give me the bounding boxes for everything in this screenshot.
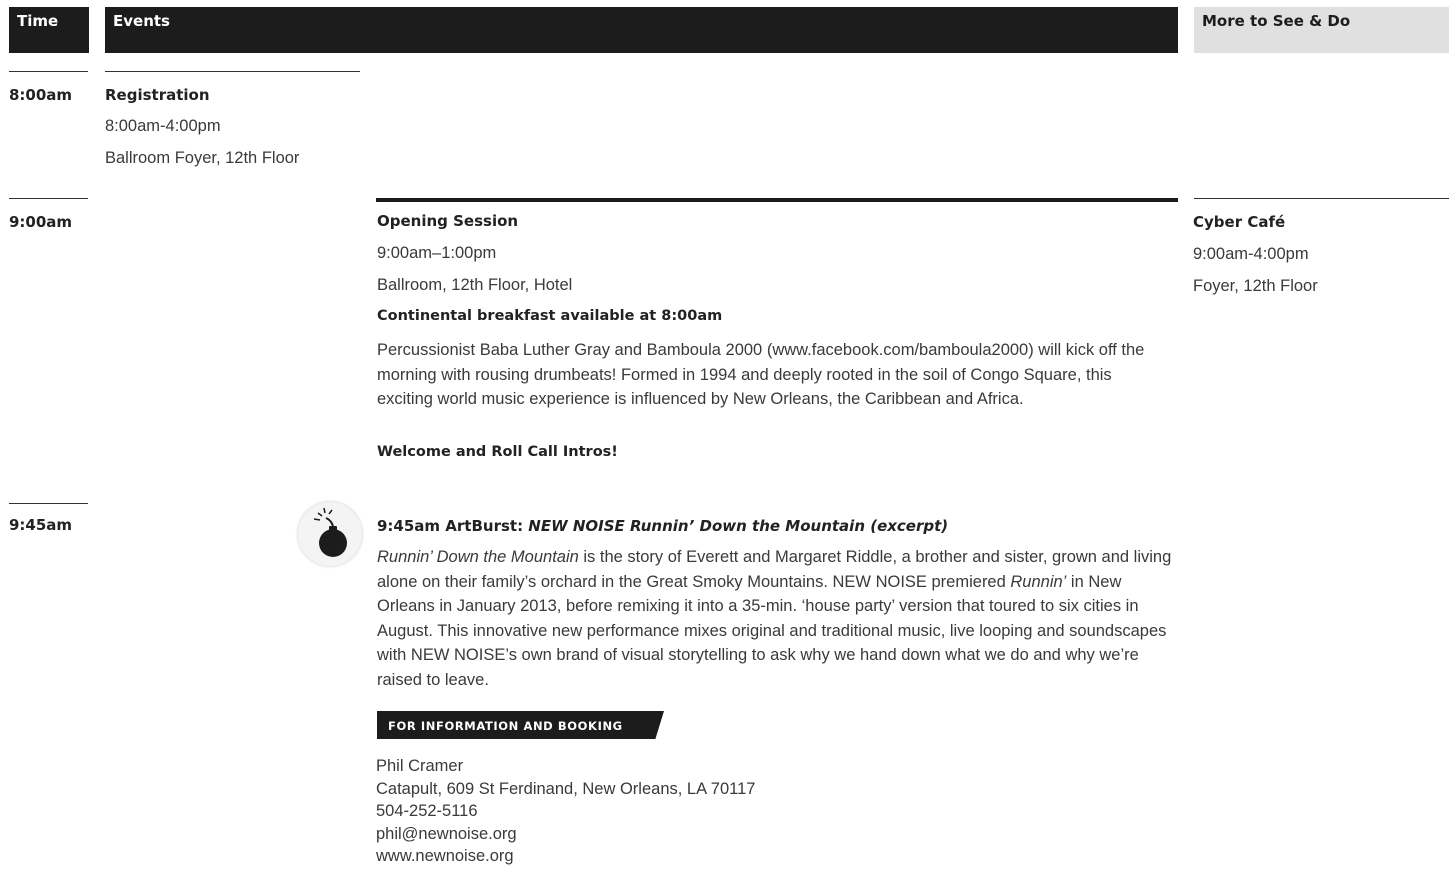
time-divider xyxy=(9,71,88,72)
registration-location: Ballroom Foyer, 12th Floor xyxy=(105,149,300,167)
description-italic-1: Runnin’ Down the Mountain xyxy=(377,548,579,566)
contact-phone: 504-252-5116 xyxy=(376,802,478,820)
time-header-label: Time xyxy=(17,12,59,30)
artburst-title-italic: NEW NOISE Runnin’ Down the Mountain (exc… xyxy=(528,517,949,535)
artburst-title: 9:45am ArtBurst: NEW NOISE Runnin’ Down … xyxy=(377,517,948,535)
opening-session-title: Opening Session xyxy=(377,212,519,230)
description-italic-2: Runnin’ xyxy=(1010,572,1067,591)
more-header-label: More to See & Do xyxy=(1202,12,1351,30)
time-divider xyxy=(9,503,88,504)
cyber-cafe-location: Foyer, 12th Floor xyxy=(1193,277,1318,295)
more-column-header: More to See & Do xyxy=(1194,7,1449,53)
cyber-cafe-hours: 9:00am-4:00pm xyxy=(1193,245,1309,263)
time-divider xyxy=(9,198,88,199)
bomb-icon xyxy=(313,507,347,557)
info-booking-tag: FOR INFORMATION AND BOOKING xyxy=(377,711,664,739)
events-column-header: Events xyxy=(105,7,1178,53)
artburst-title-prefix: 9:45am ArtBurst: xyxy=(377,517,529,535)
events-header-label: Events xyxy=(113,12,170,30)
contact-website[interactable]: www.newnoise.org xyxy=(376,845,755,868)
event-divider xyxy=(105,71,360,72)
more-divider xyxy=(1194,198,1449,199)
opening-session-hours: 9:00am–1:00pm xyxy=(377,244,497,262)
time-slot-label: 9:00am xyxy=(9,213,73,231)
welcome-note: Welcome and Roll Call Intros! xyxy=(377,444,618,460)
opening-session-location: Ballroom, 12th Floor, Hotel xyxy=(377,276,573,294)
contact-name: Phil Cramer xyxy=(376,757,464,775)
registration-hours: 8:00am-4:00pm xyxy=(105,117,221,135)
artburst-description: Runnin’ Down the Mountain is the story o… xyxy=(377,545,1172,692)
contact-email[interactable]: phil@newnoise.org xyxy=(376,823,755,846)
artburst-badge xyxy=(298,502,362,566)
breakfast-note: Continental breakfast available at 8:00a… xyxy=(377,308,723,324)
time-column-header: Time xyxy=(9,7,89,53)
time-slot-label: 9:45am xyxy=(9,516,73,534)
event-divider xyxy=(376,198,1178,202)
contact-address: Catapult, 609 St Ferdinand, New Orleans,… xyxy=(376,779,756,798)
contact-block: Phil Cramer Catapult, 609 St Ferdinand, … xyxy=(376,755,755,868)
cyber-cafe-title: Cyber Café xyxy=(1193,213,1286,231)
registration-title: Registration xyxy=(105,86,210,104)
time-slot-label: 8:00am xyxy=(9,86,73,104)
opening-session-description: Percussionist Baba Luther Gray and Bambo… xyxy=(377,341,1145,408)
